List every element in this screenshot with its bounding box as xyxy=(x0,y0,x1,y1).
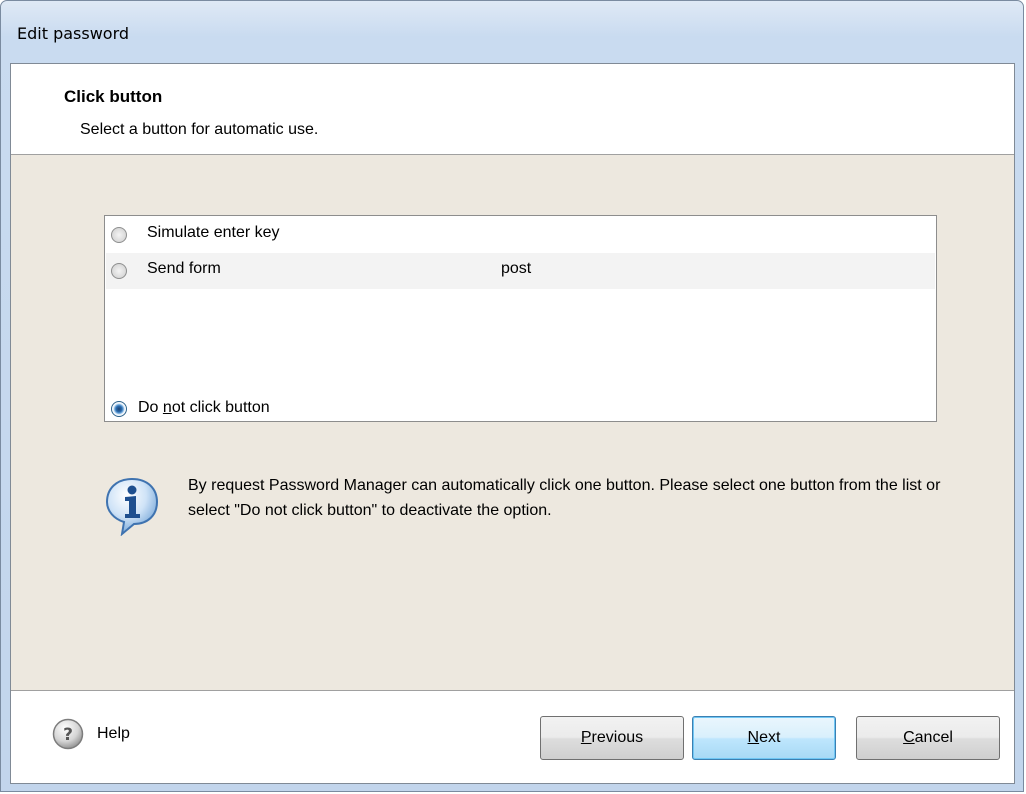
do-not-click-radio[interactable] xyxy=(111,401,127,417)
info-icon xyxy=(104,476,160,537)
svg-text:?: ? xyxy=(63,725,73,745)
dialog-window: Edit password Click button Select a butt… xyxy=(0,0,1024,792)
page-subtitle: Select a button for automatic use. xyxy=(80,121,319,138)
window-title: Edit password xyxy=(17,24,130,43)
page-title: Click button xyxy=(64,87,163,106)
help-label[interactable]: Help xyxy=(97,725,130,743)
list-item-name: Simulate enter key xyxy=(147,224,280,241)
list-item-name: Send form xyxy=(147,260,221,277)
list-item-method: post xyxy=(501,260,532,277)
info-text: By request Password Manager can automati… xyxy=(188,477,941,519)
do-not-click-option[interactable]: Do not click button xyxy=(107,397,407,423)
list-item-radio[interactable] xyxy=(111,227,127,243)
help-icon[interactable]: ? xyxy=(52,718,84,750)
button-listbox[interactable]: Simulate enter key Send form post xyxy=(104,215,937,422)
dialog-client-area: Click button Select a button for automat… xyxy=(10,63,1015,784)
title-bar[interactable]: Edit password xyxy=(1,1,1023,43)
do-not-click-label: Do not click button xyxy=(138,399,270,416)
list-item[interactable]: Simulate enter key xyxy=(106,217,935,253)
wizard-header: Click button Select a button for automat… xyxy=(11,64,1014,155)
wizard-footer: ? Help Previous Next Cancel xyxy=(11,690,1014,783)
list-item[interactable]: Send form post xyxy=(106,253,935,289)
list-item-radio[interactable] xyxy=(111,263,127,279)
previous-button[interactable]: Previous xyxy=(540,716,684,760)
wizard-body: Simulate enter key Send form post Do not… xyxy=(11,155,1014,690)
next-button[interactable]: Next xyxy=(692,716,836,760)
cancel-button[interactable]: Cancel xyxy=(856,716,1000,760)
